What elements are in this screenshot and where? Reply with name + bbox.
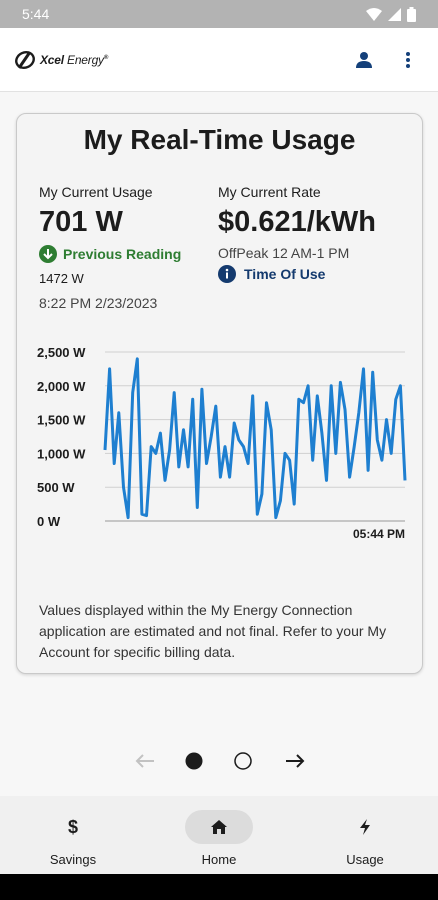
info-icon — [218, 265, 236, 283]
current-rate-label: My Current Rate — [218, 184, 321, 200]
logo-wordmark: Xcel Energy® — [40, 53, 108, 67]
y-tick-label: 500 W — [37, 480, 75, 495]
y-tick-label: 1,500 W — [37, 413, 86, 428]
battery-icon — [407, 6, 416, 22]
lightning-icon — [331, 810, 399, 844]
y-tick-label: 1,000 W — [37, 446, 86, 461]
disclaimer-text: Values displayed within the My Energy Co… — [39, 602, 387, 660]
nav-usage[interactable]: Usage — [292, 796, 438, 874]
y-tick-label: 0 W — [37, 514, 61, 529]
more-vert-icon — [406, 51, 410, 68]
nav-usage-label: Usage — [346, 852, 384, 867]
current-usage-label: My Current Usage — [39, 184, 153, 200]
usage-series-line — [103, 357, 407, 520]
card-title: My Real-Time Usage — [83, 124, 356, 155]
logo-brand: Xcel — [40, 52, 64, 67]
previous-reading-value: 1472 W — [39, 271, 84, 286]
arrow-left-icon — [135, 754, 154, 768]
status-icons — [366, 6, 416, 22]
previous-page-button[interactable] — [131, 745, 159, 777]
dollar-icon: $ — [67, 816, 78, 837]
y-tick-label: 2,000 W — [37, 379, 86, 394]
wifi-icon — [366, 7, 382, 21]
reading-timestamp: 8:22 PM 2/23/2023 — [39, 295, 158, 311]
status-bar: 5:44 — [0, 0, 438, 28]
app-bar: Xcel Energy® — [0, 28, 438, 92]
current-rate-section: My Current Rate $0.621/kWh OffPeak 12 AM… — [218, 184, 418, 283]
current-usage-value: 701 W — [39, 206, 123, 238]
page-dot-1[interactable] — [182, 745, 206, 777]
current-usage-section: My Current Usage 701 W Previous Reading … — [39, 184, 219, 311]
time-of-use-label: Time Of Use — [244, 266, 326, 282]
real-time-usage-card: My Real-Time Usage My Current Usage 701 … — [16, 113, 423, 674]
y-tick-label: 2,500 W — [37, 345, 86, 360]
nav-home-label: Home — [201, 852, 237, 867]
xcel-energy-logo: Xcel Energy® — [14, 50, 336, 70]
previous-reading-link[interactable]: Previous Reading — [39, 245, 219, 263]
card-pager — [0, 745, 438, 777]
xcel-logo-mark-icon — [15, 50, 35, 69]
arrow-down-circle-icon — [39, 245, 57, 263]
status-time: 5:44 — [22, 6, 50, 22]
page-dot-filled-icon — [185, 752, 203, 770]
nav-savings[interactable]: $ Savings — [0, 796, 146, 874]
next-page-button[interactable] — [281, 745, 309, 777]
arrow-right-icon — [286, 754, 305, 768]
home-icon — [185, 810, 253, 844]
rate-period: OffPeak 12 AM-1 PM — [218, 245, 350, 261]
page-dot-2[interactable] — [231, 745, 255, 777]
current-rate-value: $0.621/kWh — [218, 206, 376, 238]
logo-word: Energy — [67, 52, 104, 67]
previous-reading-label: Previous Reading — [63, 246, 182, 262]
page-dot-empty-icon — [234, 752, 252, 770]
nav-home[interactable]: Home — [146, 796, 292, 874]
more-options-button[interactable] — [392, 44, 424, 76]
logo-registered-mark: ® — [103, 54, 109, 61]
time-of-use-link[interactable]: Time Of Use — [218, 265, 418, 283]
bottom-navigation: $ Savings Home Usage — [0, 796, 438, 874]
nav-savings-label: Savings — [49, 852, 97, 867]
person-icon — [356, 51, 372, 68]
signal-icon — [388, 7, 401, 21]
system-gesture-bar — [0, 874, 438, 900]
usage-line-chart: 2,500 W 2,000 W 1,500 W 1,000 W 500 W 0 W 05:4… — [37, 345, 407, 541]
account-button[interactable] — [348, 44, 380, 76]
x-end-time-label: 05:44 PM — [353, 527, 405, 541]
